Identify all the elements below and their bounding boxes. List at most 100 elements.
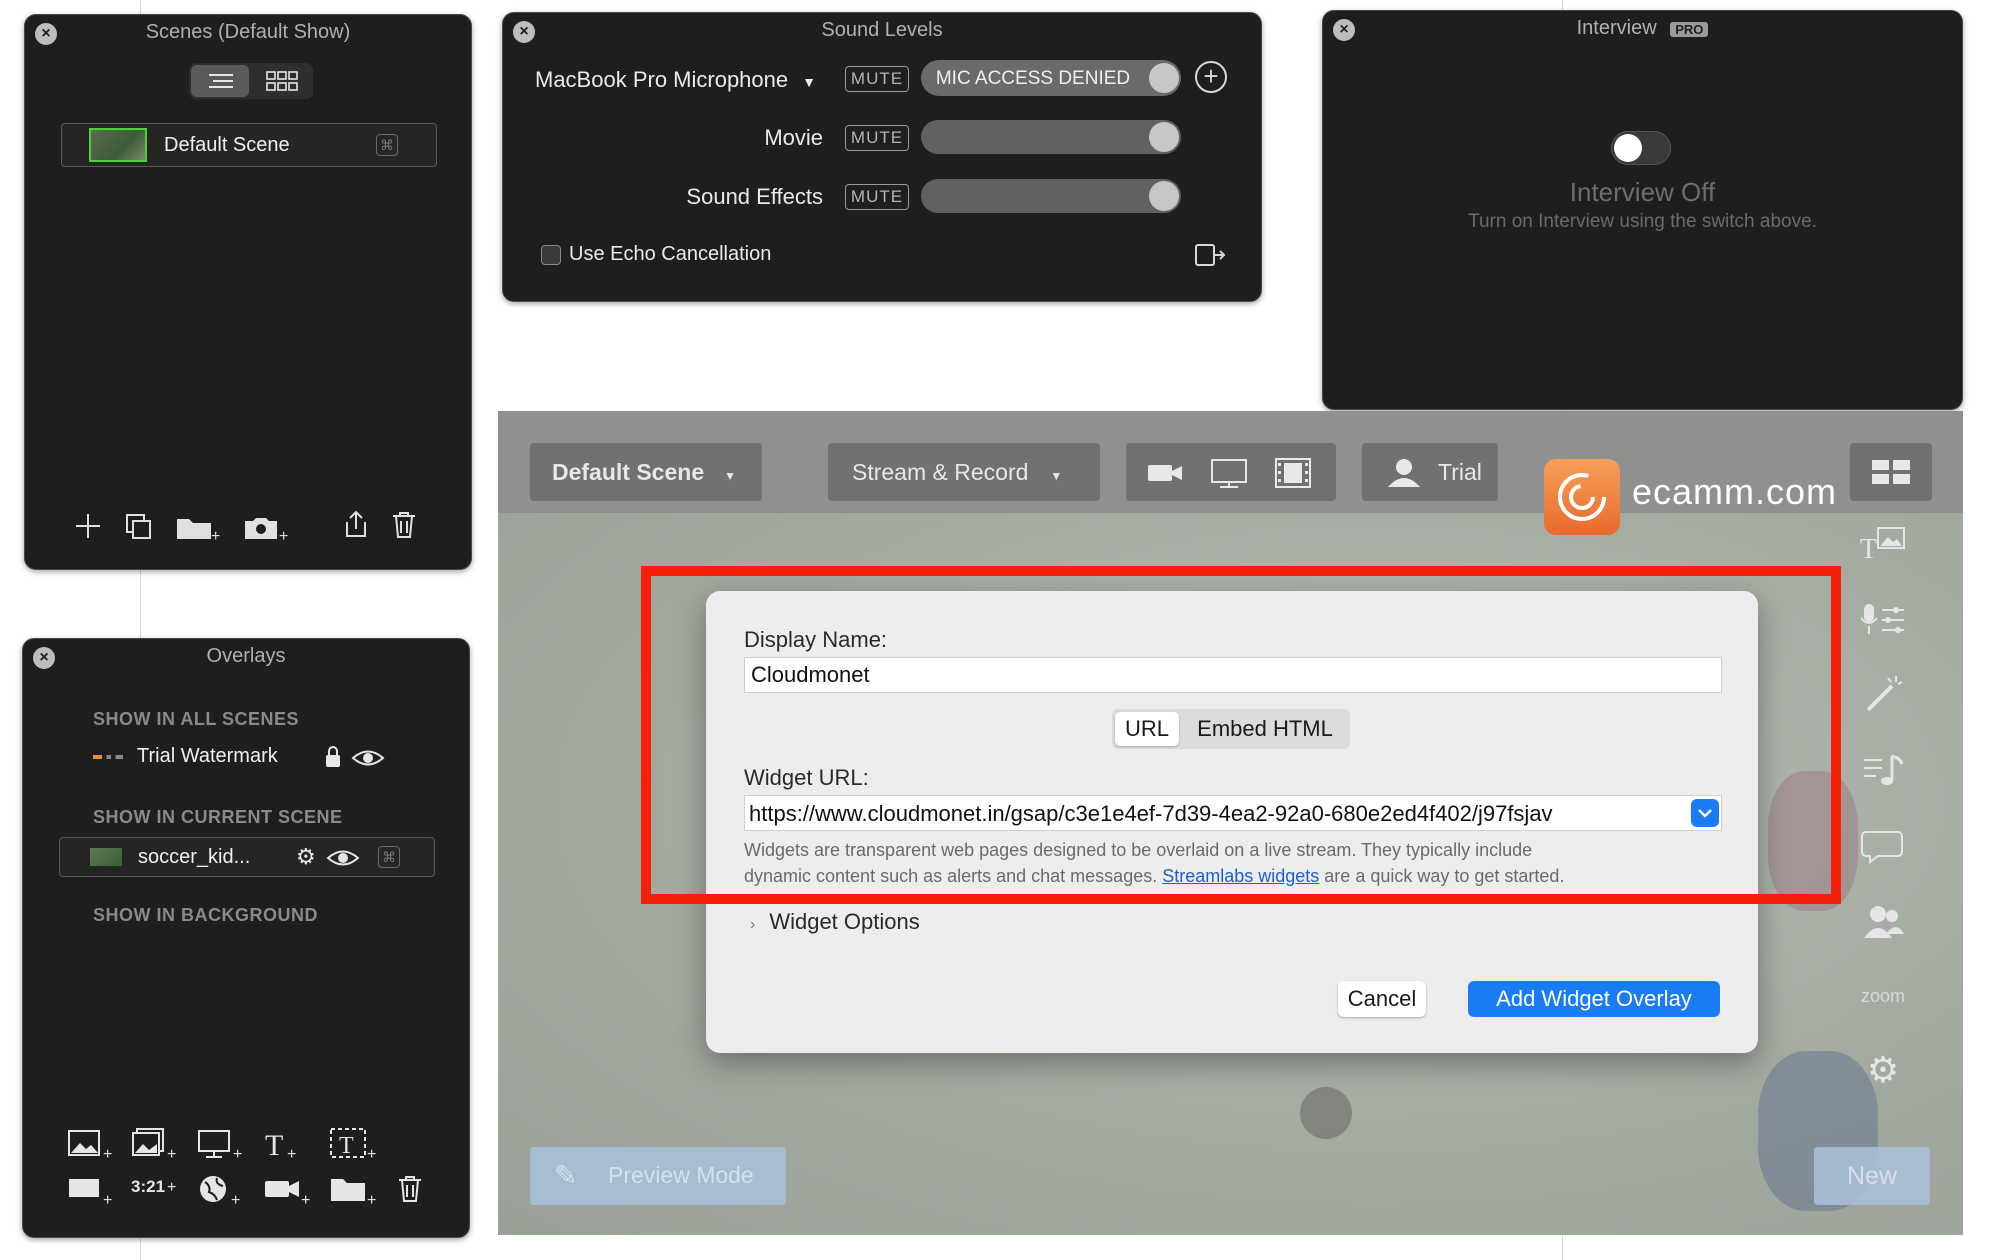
music-playlist-icon[interactable] xyxy=(1850,740,1916,800)
description-text: are a quick way to get started. xyxy=(1319,866,1565,886)
widget-options-label: Widget Options xyxy=(769,909,920,934)
account-label: Trial xyxy=(1438,459,1482,485)
account-button[interactable]: Trial xyxy=(1362,443,1498,501)
echo-cancellation-label: Use Echo Cancellation xyxy=(569,243,772,265)
slider-knob[interactable] xyxy=(1149,181,1179,211)
add-slideshow-icon[interactable]: + xyxy=(131,1127,179,1161)
streamlabs-widgets-link[interactable]: Streamlabs widgets xyxy=(1162,866,1319,886)
cancel-button[interactable]: Cancel xyxy=(1338,981,1426,1017)
pro-badge: PRO xyxy=(1670,22,1709,37)
add-shape-icon[interactable]: + xyxy=(67,1173,115,1207)
add-camera-scene-icon[interactable]: + xyxy=(243,513,289,543)
section-header: SHOW IN ALL SCENES xyxy=(93,709,300,729)
comments-icon[interactable] xyxy=(1850,816,1916,876)
overlay-name: Trial Watermark xyxy=(137,745,278,767)
shortcut-icon: ⌘ xyxy=(378,846,400,868)
view-mode-toggle xyxy=(189,63,313,99)
eye-icon[interactable] xyxy=(351,747,385,769)
add-camera-overlay-icon[interactable]: + xyxy=(263,1173,315,1207)
svg-text:+: + xyxy=(103,1146,112,1161)
source-switcher xyxy=(1126,443,1336,501)
tab-url[interactable]: URL xyxy=(1115,712,1179,746)
mute-button[interactable]: MUTE xyxy=(845,66,909,92)
panel-title: Overlays xyxy=(206,645,286,667)
scene-row[interactable]: Default Scene ⌘ xyxy=(61,123,437,167)
widget-url-input[interactable]: https://www.cloudmonet.in/gsap/c3e1e4ef-… xyxy=(749,801,1673,827)
stream-record-dropdown[interactable]: Stream & Record ▼ xyxy=(828,443,1100,501)
screen-icon[interactable] xyxy=(1210,457,1250,489)
scene-name: Default Scene xyxy=(164,134,290,156)
magic-wand-icon[interactable] xyxy=(1850,664,1916,724)
eye-icon[interactable] xyxy=(326,847,360,869)
chevron-right-icon: › xyxy=(750,916,756,933)
panel-title: Scenes (Default Show) xyxy=(145,21,351,43)
add-image-icon[interactable]: + xyxy=(67,1127,115,1161)
gear-icon[interactable]: ⚙ xyxy=(296,844,316,870)
shortcut-icon: ⌘ xyxy=(376,134,398,156)
svg-text:+: + xyxy=(367,1192,376,1207)
add-web-overlay-icon[interactable]: + xyxy=(197,1173,245,1207)
movie-level-slider[interactable] xyxy=(921,120,1181,154)
add-text-icon[interactable]: T + xyxy=(263,1127,311,1161)
mute-button[interactable]: MUTE xyxy=(845,184,909,210)
mic-level-slider[interactable]: MIC ACCESS DENIED xyxy=(921,60,1181,96)
zoom-icon[interactable]: zoom xyxy=(1850,966,1916,1026)
description-text: dynamic content such as alerts and chat … xyxy=(744,866,1163,886)
add-titled-text-icon[interactable]: T + xyxy=(329,1127,381,1161)
chevron-down-icon xyxy=(1698,809,1712,818)
duplicate-scene-icon[interactable] xyxy=(123,511,153,541)
slider-knob[interactable] xyxy=(1149,122,1179,152)
tab-embed-html[interactable]: Embed HTML xyxy=(1184,712,1346,746)
preview-mode-label: Preview Mode xyxy=(608,1162,754,1188)
overlays-toolbar: + + + T + T + + 3:21 + + + + xyxy=(67,1127,427,1217)
trash-icon[interactable] xyxy=(389,509,419,541)
overlay-item[interactable]: soccer_kid... ⚙ ⌘ xyxy=(59,837,435,877)
panel-title: Interview PRO xyxy=(1323,17,1962,40)
section-header: SHOW IN BACKGROUND xyxy=(93,905,318,925)
audio-row-label: Movie xyxy=(764,125,823,150)
list-view-button[interactable] xyxy=(191,65,249,97)
trash-icon[interactable] xyxy=(395,1173,425,1205)
share-icon[interactable] xyxy=(341,509,371,541)
display-name-input[interactable] xyxy=(744,657,1722,693)
mute-button[interactable]: MUTE xyxy=(845,125,909,151)
lock-icon[interactable] xyxy=(323,745,343,769)
url-history-dropdown[interactable] xyxy=(1691,799,1719,827)
guests-icon[interactable] xyxy=(1850,892,1916,952)
preview-mode-button[interactable]: ✎ Preview Mode xyxy=(530,1147,786,1205)
add-audio-source-icon[interactable]: + xyxy=(1195,61,1227,93)
slider-knob[interactable] xyxy=(1149,63,1179,93)
add-widget-dialog: Display Name: URL Embed HTML Widget URL:… xyxy=(706,591,1758,1053)
watermark-icon xyxy=(93,755,123,759)
new-folder-icon[interactable]: + xyxy=(175,513,221,543)
camera-icon[interactable] xyxy=(1146,459,1186,487)
overlay-item[interactable]: Trial Watermark xyxy=(93,743,433,773)
widget-options-disclosure[interactable]: › Widget Options xyxy=(750,909,920,935)
widget-url-combobox[interactable]: https://www.cloudmonet.in/gsap/c3e1e4ef-… xyxy=(744,795,1722,831)
audio-row-label: Sound Effects xyxy=(686,184,823,209)
add-widget-overlay-button[interactable]: Add Widget Overlay xyxy=(1468,981,1720,1017)
layout-grid-button[interactable] xyxy=(1850,443,1932,501)
sound-effects-level-slider[interactable] xyxy=(921,179,1181,213)
timer-label: 3:21 xyxy=(131,1177,166,1196)
add-scene-icon[interactable] xyxy=(73,511,103,541)
mic-selector[interactable]: MacBook Pro Microphone ▼ xyxy=(535,67,816,93)
add-folder-icon[interactable]: + xyxy=(329,1173,381,1207)
scene-dropdown[interactable]: Default Scene ▼ xyxy=(530,443,762,501)
source-type-segmented-control: URL Embed HTML xyxy=(1112,709,1350,749)
title-image-icon[interactable]: T xyxy=(1850,514,1916,574)
audio-routing-icon[interactable] xyxy=(1193,241,1227,269)
add-screen-share-icon[interactable]: + xyxy=(197,1127,245,1161)
display-name-label: Display Name: xyxy=(744,627,888,652)
scenes-panel: × Scenes (Default Show) Default Scene ⌘ … xyxy=(24,14,472,570)
stream-dropdown-label: Stream & Record xyxy=(852,459,1029,485)
grid-view-button[interactable] xyxy=(253,65,311,97)
audio-mixer-icon[interactable] xyxy=(1850,590,1916,650)
new-button[interactable]: New xyxy=(1814,1147,1930,1205)
interview-toggle[interactable] xyxy=(1611,131,1671,165)
film-icon[interactable] xyxy=(1274,457,1314,489)
echo-cancellation-checkbox[interactable] xyxy=(541,245,561,265)
settings-gear-icon[interactable]: ⚙ xyxy=(1850,1040,1916,1100)
ecamm-logo-icon xyxy=(1544,459,1620,535)
add-timer-button[interactable]: 3:21 + xyxy=(131,1177,176,1197)
